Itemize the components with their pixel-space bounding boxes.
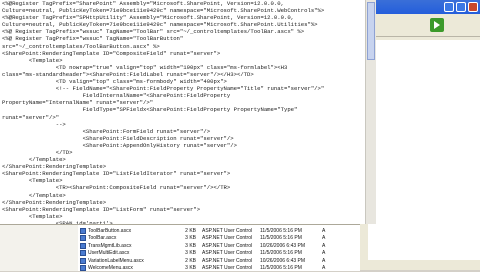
code-line: <Template>	[2, 177, 63, 185]
code-line: <%@Register TagPrefix="SPHttpUtility" As…	[2, 14, 295, 22]
code-line: <Template>	[2, 56, 63, 64]
code-line: runat="server"/>"	[2, 113, 60, 121]
file-icon	[80, 228, 86, 234]
code-line: </SharePoint:RenderingTemplate>	[2, 198, 107, 206]
file-type: ASP.NET User Control	[202, 265, 253, 271]
code-line: class="ms-standardheader"><SharePoint:Fi…	[2, 70, 254, 78]
explorer-pane	[368, 40, 480, 260]
file-row[interactable]: WelcomeMenu.ascx 3 KB ASP.NET User Control…	[78, 264, 360, 272]
file-date: 11/5/2006 5:16 PM	[260, 265, 302, 271]
code-line: </Template>	[2, 156, 66, 164]
code-line: <Template>	[2, 212, 63, 220]
file-icon	[80, 250, 86, 257]
code-editor[interactable]: <%@Register TagPrefix="SharePoint" Assem…	[0, 0, 376, 224]
close-icon[interactable]	[468, 2, 478, 12]
explorer-address-bar	[360, 14, 480, 37]
code-line: <SharePoint:RenderingTemplate ID="ListFi…	[2, 170, 231, 178]
code-line: -->	[2, 120, 66, 128]
code-line: FieldInternalName="<SharePoint:FieldProp…	[2, 92, 231, 100]
code-line: <SharePoint:FieldDescription runat="serv…	[2, 134, 234, 142]
code-line: PropertyName="InternalName" runat="serve…	[2, 99, 154, 107]
minimize-icon[interactable]	[444, 2, 454, 12]
file-attr: A	[322, 265, 326, 271]
file-icon	[80, 242, 86, 249]
code-line: <TD valign="top" class="ms-formbody" wid…	[2, 78, 227, 86]
code-text[interactable]: <%@Register TagPrefix="SharePoint" Assem…	[2, 0, 364, 224]
code-line: Culture=neutral, PublicKeyToken=71e9bce1…	[2, 7, 325, 15]
code-line: FieldType="SPFieldx<SharePoint:FieldProp…	[2, 106, 298, 114]
explorer-window	[360, 0, 480, 270]
code-line: <!-- FieldName="<SharePoint:FieldPropert…	[2, 85, 325, 93]
code-line: <SharePoint:AppendOnlyHistory runat="ser…	[2, 141, 237, 149]
vertical-scrollbar[interactable]	[365, 0, 376, 224]
code-line: <%@ Register TagPrefix="wssuc" TagName="…	[2, 35, 184, 43]
file-icon	[80, 265, 86, 271]
file-list[interactable]: ToolBarButton.ascx 2 KB ASP.NET User Contr…	[78, 224, 360, 271]
folder-tree[interactable]	[0, 224, 78, 271]
scrollbar-thumb[interactable]	[367, 2, 375, 60]
code-line: <SharePoint:FormField runat="server"/>	[2, 127, 211, 135]
code-line: <SharePoint:RenderingTemplate ID="ListFo…	[2, 205, 201, 213]
file-name: WelcomeMenu.ascx	[88, 265, 133, 271]
go-arrow-icon[interactable]	[430, 18, 444, 32]
code-line: </SharePoint:RenderingTemplate>	[2, 163, 107, 171]
code-line: <TR><SharePoint:CompositeField runat="se…	[2, 184, 231, 192]
code-line: Culture=neutral, PublicKeyToken=71e9bce1…	[2, 21, 318, 29]
file-size: 3 KB	[185, 265, 196, 271]
code-line: </Template>	[2, 191, 66, 199]
file-icon	[80, 235, 86, 242]
file-icon	[80, 257, 86, 264]
code-line: <TD nowrap="true" valign="top" width="19…	[2, 63, 288, 71]
code-line: <SharePoint:RenderingTemplate ID="Compos…	[2, 49, 221, 57]
code-line: </TD>	[2, 148, 73, 156]
code-line: <%@ Register TagPrefix="wssuc" TagName="…	[2, 28, 305, 36]
maximize-icon[interactable]	[456, 2, 466, 12]
explorer-titlebar[interactable]	[360, 0, 480, 14]
code-line: src="~/_controltemplates/ToolBarButton.a…	[2, 42, 160, 50]
code-line: <%@Register TagPrefix="SharePoint" Assem…	[2, 0, 284, 7]
